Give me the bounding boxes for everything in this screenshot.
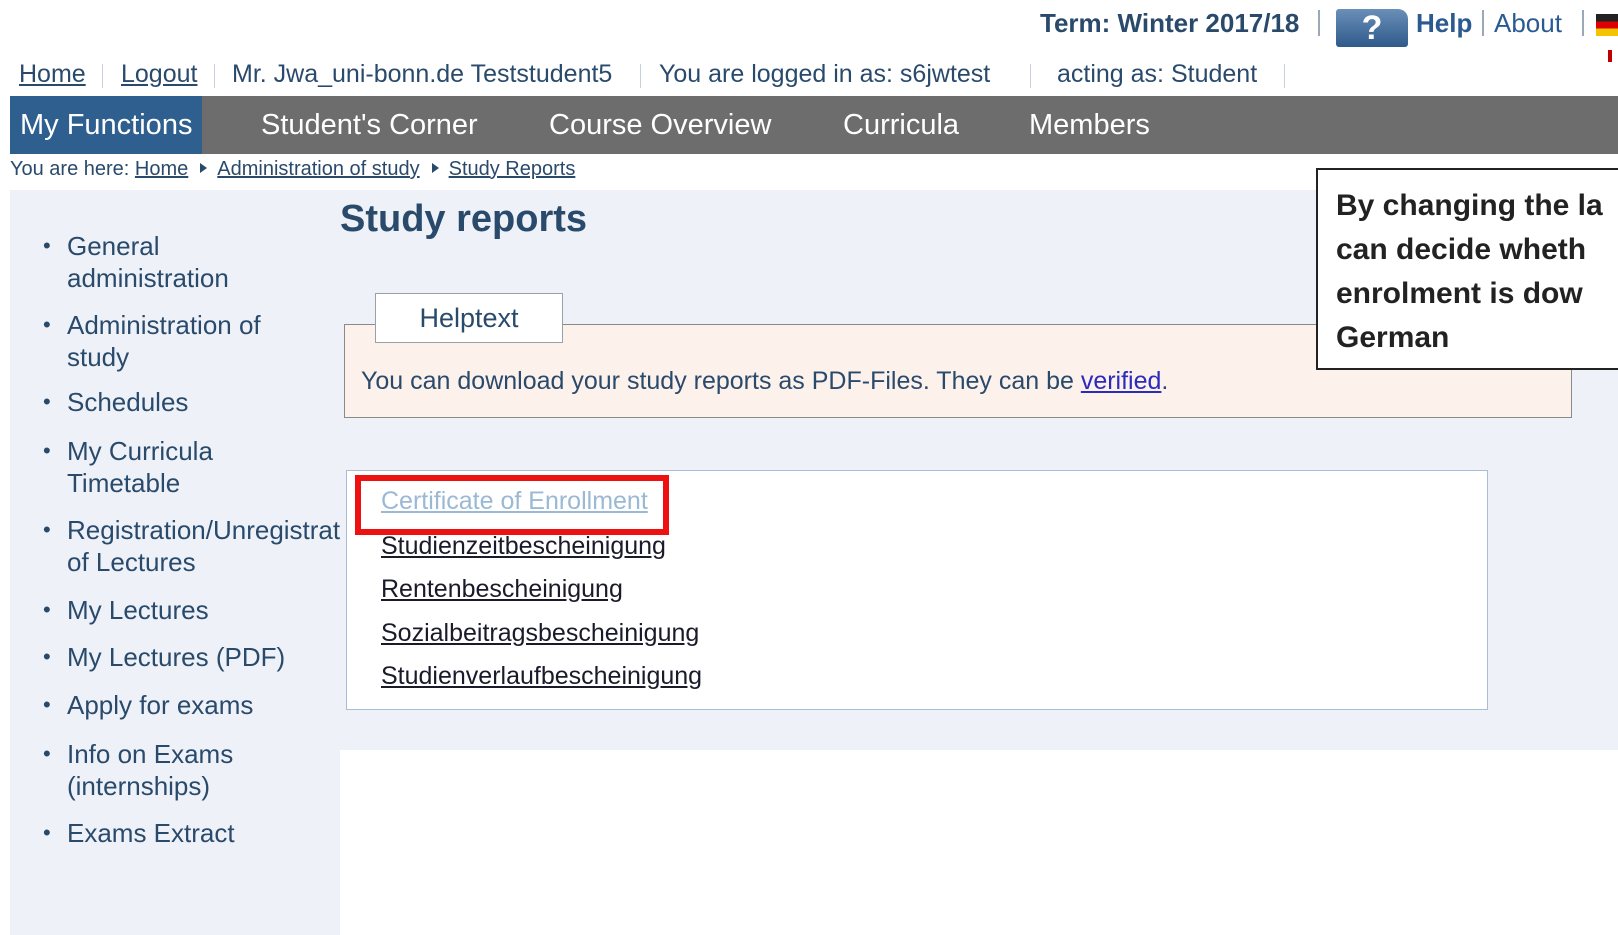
divider: [1318, 10, 1320, 36]
sidebar-menu: General administration Administration of…: [10, 190, 340, 935]
sidebar-item-registration-of-lectures[interactable]: Registration/Unregistration of Lectures: [43, 514, 340, 578]
helptext-text: You can download your study reports as P…: [361, 367, 1081, 395]
divider: [102, 64, 103, 88]
top-strip: Term: Winter 2017/18 ? Help About: [0, 0, 1618, 62]
sidebar-item-schedules[interactable]: Schedules: [43, 386, 189, 418]
nav-course-overview[interactable]: Course Overview: [549, 96, 771, 154]
breadcrumb-home[interactable]: Home: [135, 158, 188, 180]
sidebar-item-label: Schedules: [67, 387, 189, 417]
sidebar-item-label: study: [67, 342, 130, 372]
divider: [640, 64, 641, 88]
sidebar-item-apply-for-exams[interactable]: Apply for exams: [43, 689, 254, 721]
user-name: Mr. Jwa_uni-bonn.de Teststudent5: [232, 60, 613, 88]
sidebar-item-label: General: [67, 231, 160, 261]
sidebar-item-general-administration[interactable]: General administration: [43, 230, 229, 294]
rentenbescheinigung-link[interactable]: Rentenbescheinigung: [381, 575, 623, 604]
divider: [1284, 64, 1285, 88]
sidebar-item-label: of Lectures: [67, 547, 196, 577]
sidebar-item-info-on-exams[interactable]: Info on Exams (internships): [43, 738, 234, 802]
breadcrumb-arrow-icon: [431, 163, 439, 173]
sidebar-item-label: Exams Extract: [67, 818, 235, 848]
helptext-period: .: [1161, 367, 1169, 395]
sidebar-item-label: Registration/Unregistration: [67, 515, 340, 545]
helptext-tab[interactable]: Helptext: [375, 293, 563, 343]
sidebar-item-my-curricula-timetable[interactable]: My Curricula Timetable: [43, 435, 213, 499]
sidebar-item-label: My Curricula: [67, 436, 213, 466]
acting-as-label: acting as: Student: [1057, 60, 1258, 88]
sidebar-item-my-lectures-pdf[interactable]: My Lectures (PDF): [43, 641, 286, 673]
callout-line: enrolment is dow: [1336, 277, 1583, 310]
home-link[interactable]: Home: [19, 60, 86, 89]
callout-text: By changing the la can decide wheth enro…: [1336, 184, 1603, 360]
divider: [214, 64, 215, 88]
nav-curricula[interactable]: Curricula: [843, 96, 959, 154]
main-navigation: My Functions Student's Corner Course Ove…: [10, 96, 1618, 154]
sidebar-item-label: Info on Exams: [67, 739, 234, 769]
help-link[interactable]: Help: [1416, 8, 1472, 39]
user-info-bar: Home Logout Mr. Jwa_uni-bonn.de Teststud…: [0, 54, 1618, 94]
breadcrumb-arrow-icon: [200, 163, 208, 173]
verified-link[interactable]: verified: [1081, 367, 1162, 395]
german-flag-icon[interactable]: [1596, 14, 1618, 36]
sidebar-item-label: Administration of: [67, 310, 261, 340]
sidebar-item-label: (internships): [67, 771, 211, 801]
nav-students-corner[interactable]: Student's Corner: [261, 96, 478, 154]
breadcrumb-administration-of-study[interactable]: Administration of study: [217, 158, 419, 180]
breadcrumb: You are here: Home Administration of stud…: [10, 158, 575, 181]
sidebar-item-my-lectures[interactable]: My Lectures: [43, 594, 209, 626]
logout-link[interactable]: Logout: [121, 60, 197, 89]
sidebar-item-label: administration: [67, 263, 229, 293]
annotation-callout: By changing the la can decide wheth enro…: [1316, 168, 1618, 370]
studienzeitbescheinigung-link[interactable]: Studienzeitbescheinigung: [381, 532, 666, 561]
divider: [1030, 64, 1031, 88]
sidebar-item-label: My Lectures: [67, 595, 209, 625]
nav-my-functions[interactable]: My Functions: [10, 96, 203, 154]
page-title: Study reports: [340, 198, 588, 240]
divider: [1482, 10, 1484, 36]
sidebar-item-label: Timetable: [67, 468, 181, 498]
about-link[interactable]: About: [1494, 8, 1562, 39]
callout-line: can decide wheth: [1336, 233, 1587, 266]
sidebar-item-label: Apply for exams: [67, 690, 254, 720]
study-reports-list: Certificate of Enrollment Studienzeitbes…: [346, 470, 1488, 710]
callout-line: German: [1336, 321, 1450, 354]
nav-members[interactable]: Members: [1029, 96, 1150, 154]
breadcrumb-study-reports[interactable]: Study Reports: [449, 158, 576, 180]
logged-in-label: You are logged in as: s6jwtest: [659, 60, 991, 88]
term-label: Term: Winter 2017/18: [1040, 8, 1300, 38]
divider: [1582, 10, 1584, 36]
sidebar-item-administration-of-study[interactable]: Administration of study: [43, 309, 261, 373]
certificate-of-enrollment-link[interactable]: Certificate of Enrollment: [381, 487, 648, 516]
help-icon[interactable]: ?: [1336, 9, 1408, 47]
sidebar-item-label: My Lectures (PDF): [67, 642, 286, 672]
sidebar-item-exams-extract[interactable]: Exams Extract: [43, 817, 235, 849]
breadcrumb-prefix: You are here:: [10, 158, 130, 180]
sozialbeitragsbescheinigung-link[interactable]: Sozialbeitragsbescheinigung: [381, 619, 699, 648]
helptext-body: You can download your study reports as P…: [361, 367, 1168, 396]
callout-line: By changing the la: [1336, 189, 1603, 222]
studienverlaufbescheinigung-link[interactable]: Studienverlaufbescheinigung: [381, 662, 702, 691]
